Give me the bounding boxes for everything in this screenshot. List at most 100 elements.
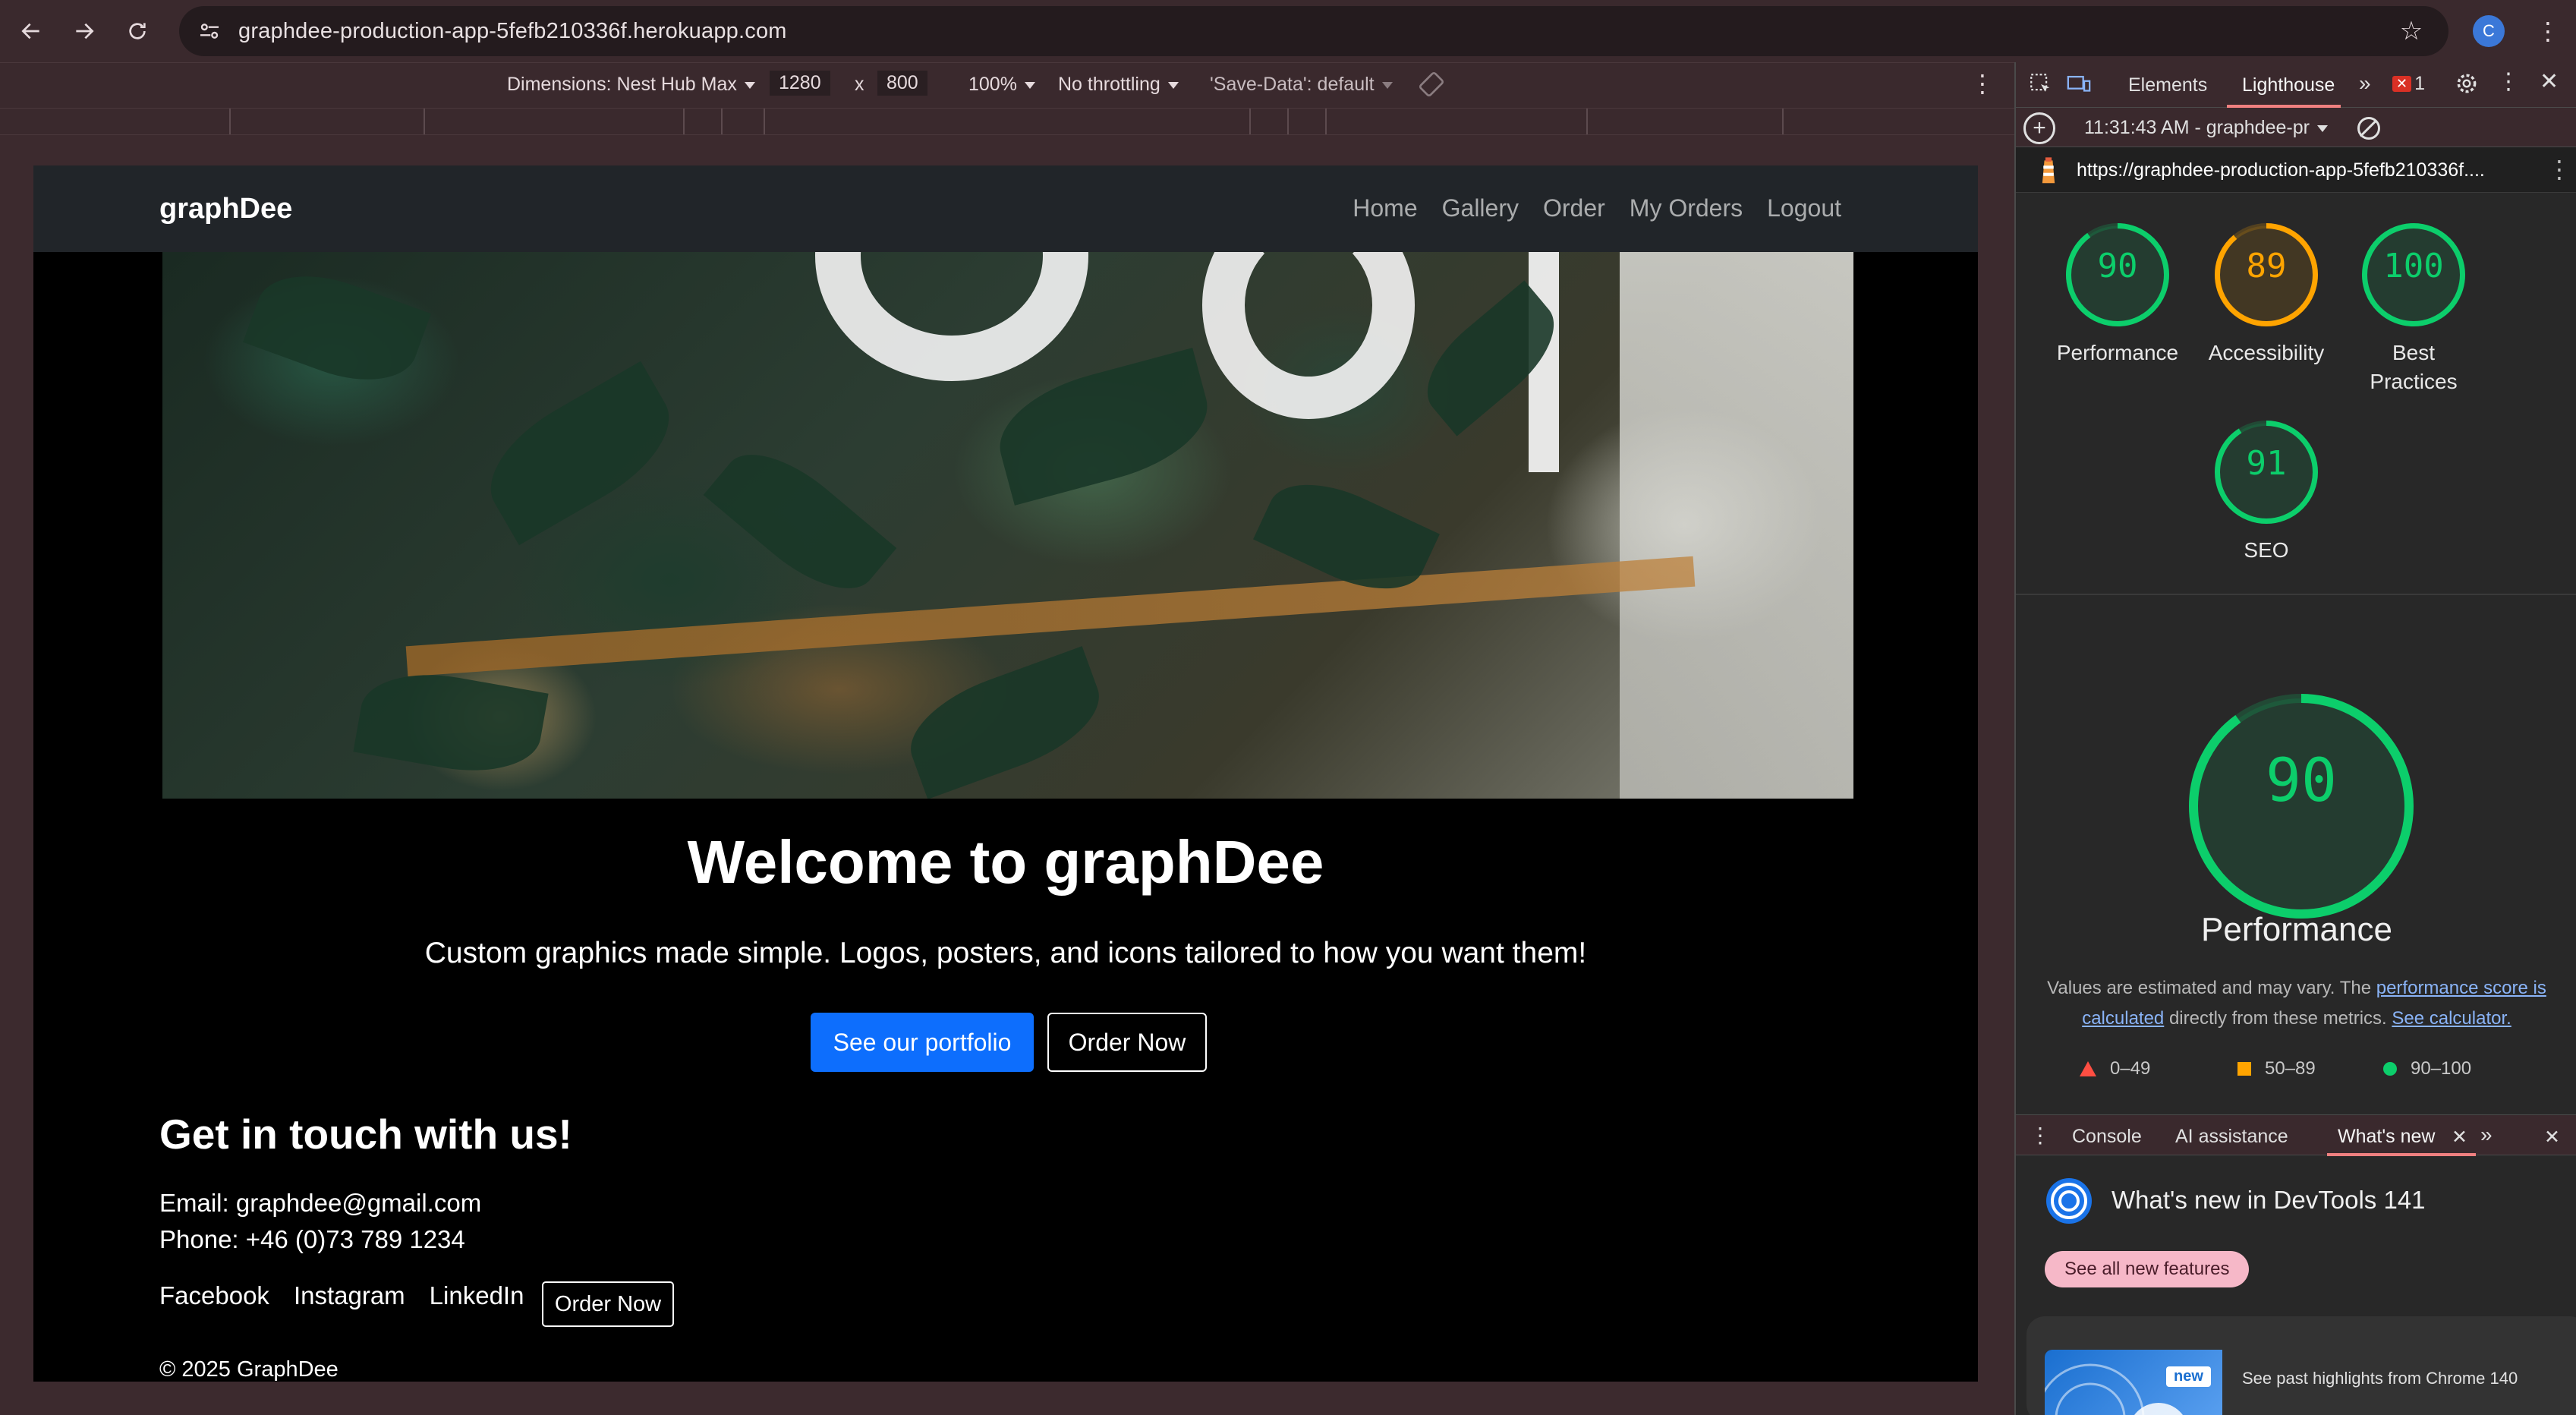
contact-phone: Phone: +46 (0)73 789 1234 [159,1225,465,1253]
error-icon: ✕ [2392,76,2412,92]
zoom-select[interactable]: 100% [968,74,1035,96]
gauge-accessibility-value: 89 [2246,247,2287,285]
lighthouse-report-url[interactable]: https://graphdee-production-app-5fefb210… [2077,159,2485,181]
hero-leaf [469,361,691,546]
nav-link-my-orders[interactable]: My Orders [1630,194,1743,222]
device-dimensions-label: Dimensions: Nest Hub Max [507,74,737,95]
reload-button[interactable] [115,9,159,53]
drawer-tab-console[interactable]: Console [2072,1126,2142,1148]
more-drawer-tabs-icon[interactable]: » [2480,1123,2493,1147]
see-portfolio-button[interactable]: See our portfolio [811,1013,1034,1072]
browser-menu-icon[interactable]: ⋮ [2532,15,2564,47]
inspect-element-icon[interactable] [2028,71,2054,102]
note-text: Values are estimated and may vary. The [2047,978,2372,998]
gauge-seo-label: SEO [2244,538,2289,562]
new-badge: new [2166,1366,2211,1387]
hero-leaf [987,348,1220,506]
nav-link-order[interactable]: Order [1543,194,1605,222]
error-count: 1 [2414,73,2425,94]
device-toggle-icon[interactable] [2066,71,2092,102]
address-bar[interactable]: graphdee-production-app-5fefb210336f.her… [179,6,2448,56]
forward-button[interactable] [62,9,106,53]
order-now-button[interactable]: Order Now [1047,1013,1207,1072]
drawer-menu-icon[interactable]: ⋮ [2030,1123,2051,1148]
lighthouse-toolbar: + 11:31:43 AM - graphdee-pr [2016,108,2576,147]
social-link-facebook[interactable]: Facebook [159,1281,269,1310]
contact-email: Email: graphdee@gmail.com [159,1189,482,1217]
lighthouse-logo-icon [2042,157,2055,184]
performance-note: Values are estimated and may vary. The p… [2039,973,2555,1034]
more-tabs-icon[interactable]: » [2359,71,2371,96]
media-query-ruler [0,108,2014,135]
social-links: Facebook Instagram LinkedIn [159,1281,524,1310]
social-link-linkedin[interactable]: LinkedIn [430,1281,524,1310]
site-brand[interactable]: graphDee [159,193,292,225]
issues-counter[interactable]: ✕ 1 [2392,73,2425,95]
close-tab-icon[interactable]: ✕ [2452,1126,2467,1149]
copyright: © 2025 GraphDee [159,1357,339,1382]
browser-toolbar: graphdee-production-app-5fefb210336f.her… [0,0,2576,62]
arrow-right-icon [76,23,94,39]
device-dimensions-select[interactable]: Dimensions: Nest Hub Max [507,74,755,96]
contact-heading: Get in touch with us! [159,1111,572,1158]
device-toolbar-menu-icon[interactable]: ⋮ [1970,69,1995,98]
rotate-icon[interactable] [1418,71,1445,98]
report-menu-icon[interactable]: ⋮ [2547,155,2571,184]
nav-link-gallery[interactable]: Gallery [1442,194,1519,222]
footer-order-now-button[interactable]: Order Now [542,1281,674,1327]
hero-leaf [243,256,431,400]
gauge-best-practices[interactable]: 100 Best Practices [2345,222,2482,396]
drawer-tab-ai-assistance[interactable]: AI assistance [2175,1126,2288,1148]
chrome-devtools-icon [2046,1178,2092,1224]
hero-window-light [1620,252,1853,799]
address-url[interactable]: graphdee-production-app-5fefb210336f.her… [238,19,787,44]
see-calculator-link[interactable]: See calculator. [2392,1008,2511,1029]
performance-big-label: Performance [2201,911,2392,948]
gauge-seo[interactable]: 91 SEO [2198,419,2335,565]
close-drawer-icon[interactable]: ✕ [2544,1126,2560,1149]
see-all-features-button[interactable]: See all new features [2045,1251,2250,1287]
drawer-tab-whats-new[interactable]: What's new [2338,1126,2435,1148]
profile-avatar[interactable]: C [2473,15,2505,47]
gauge-best-practices-value: 100 [2383,247,2444,285]
section-divider [2016,594,2576,595]
legend-pass: 90–100 [2383,1058,2471,1079]
legend-average: 50–89 [2237,1058,2316,1079]
tab-lighthouse[interactable]: Lighthouse [2242,74,2335,96]
new-report-plus-icon[interactable]: + [2023,112,2055,144]
gauge-performance-value: 90 [2097,247,2138,285]
performance-big-gauge: 90 [2187,692,2415,924]
settings-gear-icon[interactable] [2455,71,2479,101]
report-select[interactable]: 11:31:43 AM - graphdee-pr [2084,117,2328,139]
chevron-down-icon [1024,81,1035,89]
viewport-height-input[interactable]: 800 [877,71,927,96]
chevron-down-icon [744,81,755,89]
gauge-best-practices-label: Best Practices [2370,341,2458,393]
device-toolbar: Dimensions: Nest Hub Max 1280 x 800 100%… [0,62,2014,108]
site-settings-icon[interactable] [193,14,226,48]
legend-fail: 0–49 [2080,1058,2150,1079]
nav-links: Home Gallery Order My Orders Logout [1353,194,1841,222]
bookmark-star-icon[interactable]: ☆ [2395,15,2427,47]
gauge-accessibility[interactable]: 89 Accessibility [2198,222,2335,367]
nav-link-home[interactable]: Home [1353,194,1417,222]
nav-link-logout[interactable]: Logout [1767,194,1841,222]
arrow-left-icon [21,23,39,39]
clear-reports-icon[interactable] [2357,117,2380,140]
chevron-down-icon [1167,81,1179,89]
hero-image [162,252,1853,799]
social-link-instagram[interactable]: Instagram [294,1281,405,1310]
devtools-menu-icon[interactable]: ⋮ [2497,68,2520,95]
save-data-select[interactable]: 'Save-Data': default [1210,74,1393,96]
gauge-performance[interactable]: 90 Performance [2049,222,2186,367]
hero-neon-ring [815,252,1088,381]
close-devtools-icon[interactable]: ✕ [2540,68,2559,95]
welcome-heading: Welcome to graphDee [687,828,1324,896]
viewport-width-input[interactable]: 1280 [770,71,830,96]
tab-elements[interactable]: Elements [2128,74,2207,96]
throttling-select[interactable]: No throttling [1058,74,1179,96]
legend-range: 0–49 [2110,1058,2151,1079]
devtools-panel: Elements Lighthouse » ✕ 1 ⋮ ✕ + 11:31:43… [2014,62,2576,1415]
gauge-accessibility-label: Accessibility [2208,341,2325,364]
back-button[interactable] [9,9,53,53]
